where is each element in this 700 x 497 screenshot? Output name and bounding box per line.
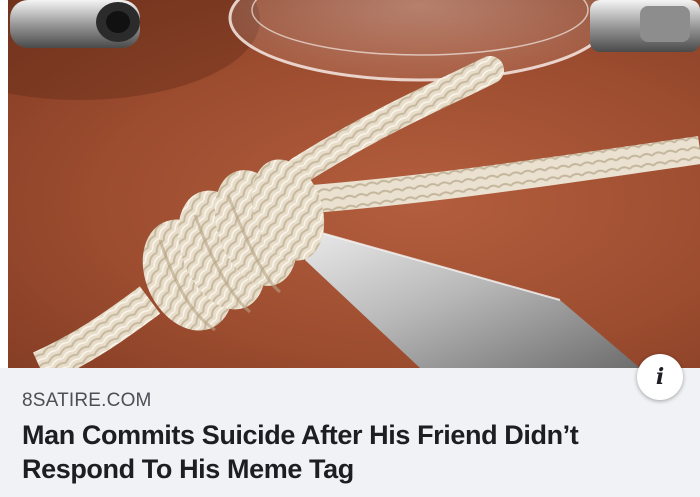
metal-clamp-right xyxy=(590,0,700,52)
rope-knife-photo xyxy=(0,0,700,368)
left-edge-strip xyxy=(0,0,8,368)
source-domain: 8SATIRE.COM xyxy=(22,390,152,411)
metal-clamp-left xyxy=(10,0,140,48)
article-headline[interactable]: Man Commits Suicide After His Friend Did… xyxy=(22,418,632,486)
preview-image[interactable] xyxy=(0,0,700,368)
info-icon: i xyxy=(655,364,665,390)
info-button[interactable]: i xyxy=(637,354,683,400)
link-caption[interactable]: 8SATIRE.COM Man Commits Suicide After Hi… xyxy=(22,390,632,486)
link-preview-card[interactable]: i 8SATIRE.COM Man Commits Suicide After … xyxy=(0,0,700,497)
